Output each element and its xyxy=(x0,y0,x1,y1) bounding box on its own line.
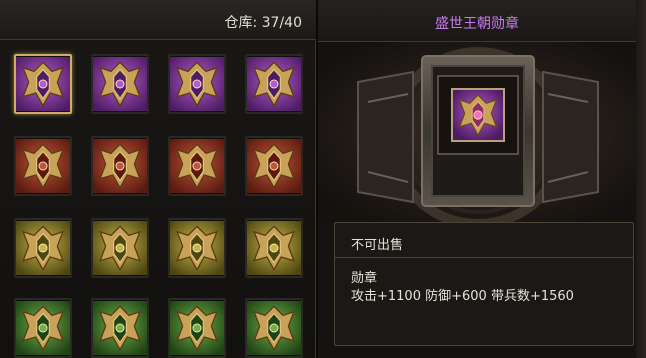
inventory-slot[interactable] xyxy=(14,54,72,114)
inventory-slot[interactable] xyxy=(91,136,149,196)
medal-icon xyxy=(16,301,70,355)
item-category: 勋章 xyxy=(351,271,378,286)
preview-medal-icon xyxy=(451,88,505,142)
inventory-slot[interactable] xyxy=(168,218,226,278)
medal-icon xyxy=(170,301,224,355)
medal-icon xyxy=(93,301,147,355)
info-divider xyxy=(335,257,633,258)
inventory-slot[interactable] xyxy=(168,298,226,358)
medal-icon xyxy=(170,221,224,275)
panel-edge xyxy=(636,0,646,358)
inventory-slot[interactable] xyxy=(245,298,303,358)
inventory-slot[interactable] xyxy=(245,54,303,114)
inventory-slot[interactable] xyxy=(168,54,226,114)
inventory-slot[interactable] xyxy=(91,298,149,358)
sell-status: 不可出售 xyxy=(351,238,404,253)
medal-icon xyxy=(247,301,301,355)
inventory-slot[interactable] xyxy=(245,218,303,278)
medal-icon xyxy=(93,139,147,193)
inventory-slot[interactable] xyxy=(245,136,303,196)
detail-header: 盛世王朝勋章 xyxy=(318,0,646,42)
medal-icon xyxy=(170,139,224,193)
inventory-slot[interactable] xyxy=(14,136,72,196)
medal-icon xyxy=(170,57,224,111)
inventory-slot[interactable] xyxy=(91,54,149,114)
medal-icon xyxy=(247,221,301,275)
inventory-slot[interactable] xyxy=(14,218,72,278)
medal-icon xyxy=(93,57,147,111)
inventory-grid xyxy=(0,44,316,358)
medal-icon xyxy=(16,57,70,111)
inventory-slot[interactable] xyxy=(91,218,149,278)
medal-icon xyxy=(247,139,301,193)
item-detail-panel: 盛世王朝勋章 不可出售 勋章 攻击+1100 防御+600 带兵数+1560 xyxy=(318,0,646,358)
medal-icon xyxy=(93,221,147,275)
medal-icon xyxy=(16,221,70,275)
medal-icon xyxy=(16,139,70,193)
inventory-slot[interactable] xyxy=(14,298,72,358)
capacity-label: 仓库: 37/40 xyxy=(224,15,302,31)
item-title: 盛世王朝勋章 xyxy=(435,16,519,32)
item-info-box: 不可出售 勋章 攻击+1100 防御+600 带兵数+1560 xyxy=(334,222,634,346)
inventory-slot[interactable] xyxy=(168,136,226,196)
item-preview-frame xyxy=(318,42,646,222)
medal-icon xyxy=(247,57,301,111)
item-stats: 攻击+1100 防御+600 带兵数+1560 xyxy=(351,289,574,304)
inventory-panel: 仓库: 37/40 xyxy=(0,0,316,358)
inventory-header: 仓库: 37/40 xyxy=(0,0,316,40)
